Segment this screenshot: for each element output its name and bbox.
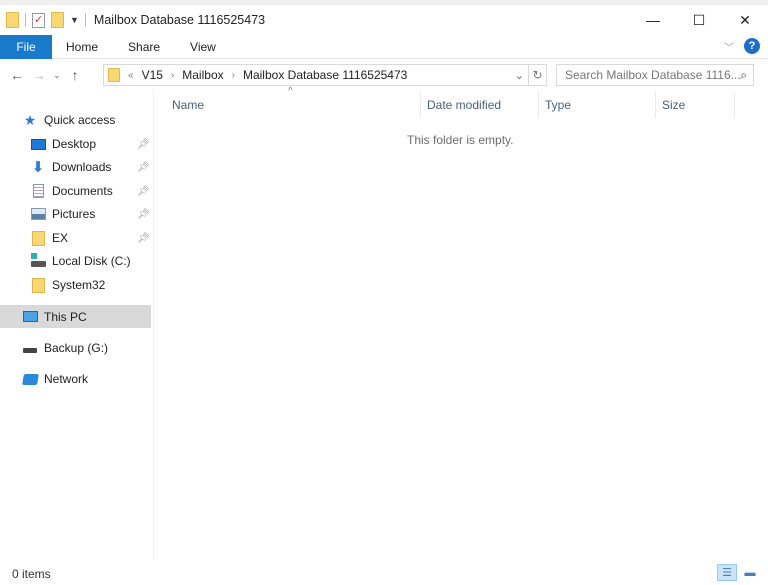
sidebar-item-label: Quick access — [44, 113, 116, 127]
sidebar-item-label: EX — [52, 231, 69, 245]
status-item-count: 0 items — [12, 567, 51, 581]
folder-icon — [30, 230, 46, 246]
close-button[interactable]: ✕ — [722, 5, 768, 35]
downloads-icon: ⬇ — [31, 159, 45, 176]
column-header-name[interactable]: Name — [172, 92, 204, 118]
details-view-button[interactable]: ☰ — [717, 564, 737, 581]
pin-icon[interactable]: 📌︎ — [137, 186, 150, 197]
toolbar-separator — [25, 13, 26, 27]
sidebar-item-documents[interactable]: Documents 📌︎ — [0, 180, 151, 202]
new-folder-icon[interactable] — [51, 12, 64, 28]
refresh-button[interactable]: ↻ — [529, 64, 547, 86]
sidebar-item-label: System32 — [52, 278, 106, 292]
breadcrumb-separator[interactable]: › — [171, 70, 174, 81]
window-title: Mailbox Database 1116525473 — [93, 13, 266, 27]
address-bar[interactable]: « V15 › Mailbox › Mailbox Database 11165… — [103, 64, 529, 86]
star-icon: ★ — [23, 111, 37, 128]
folder-icon[interactable] — [6, 12, 19, 28]
pictures-icon — [30, 206, 46, 222]
sidebar-item-label: Desktop — [52, 137, 97, 151]
tab-share[interactable]: Share — [113, 40, 175, 54]
properties-icon[interactable] — [32, 12, 45, 28]
sidebar-item-quick-access[interactable]: ★ Quick access — [0, 109, 151, 131]
breadcrumb-separator[interactable]: › — [232, 70, 235, 81]
navigation-bar: ← → ⌄ ↑ « V15 › Mailbox › Mailbox Databa… — [0, 60, 768, 90]
toolbar-separator — [84, 13, 86, 27]
empty-folder-message: This folder is empty. — [407, 133, 514, 147]
column-separator[interactable] — [655, 92, 656, 118]
expand-ribbon-chevron-down-icon[interactable]: ﹀ — [724, 39, 734, 54]
search-input[interactable]: Search Mailbox Database 1116... ⌕ — [556, 64, 754, 86]
drive-icon — [22, 340, 38, 356]
sidebar-item-backup[interactable]: Backup (G:) — [0, 337, 151, 359]
ribbon-tabs: File Home Share View ﹀ ? — [0, 34, 768, 59]
forward-button[interactable]: → — [28, 67, 50, 83]
column-separator[interactable] — [420, 92, 421, 118]
search-placeholder: Search Mailbox Database 1116... — [565, 68, 741, 82]
folder-icon — [108, 68, 120, 82]
sidebar-item-ex[interactable]: EX 📌︎ — [0, 227, 151, 249]
column-header-date-modified[interactable]: Date modified — [427, 92, 501, 118]
title-bar: ▼ Mailbox Database 1116525473 — ☐ ✕ — [0, 5, 768, 35]
sidebar-item-system32[interactable]: System32 — [0, 274, 151, 296]
quick-access-toolbar: ▼ — [0, 12, 86, 28]
address-history-chevron-down-icon[interactable]: ⌄ — [515, 69, 524, 82]
recent-locations-dropdown[interactable]: ⌄ — [50, 70, 64, 81]
window-controls: — ☐ ✕ — [630, 5, 768, 35]
pin-icon[interactable]: 📌︎ — [137, 233, 150, 244]
breadcrumb-item[interactable]: Mailbox Database 1116525473 — [243, 68, 407, 82]
sidebar-item-downloads[interactable]: ⬇ Downloads 📌︎ — [0, 156, 151, 178]
up-button[interactable]: ↑ — [64, 67, 86, 83]
sidebar-item-local-disk[interactable]: Local Disk (C:) — [0, 250, 151, 272]
back-button[interactable]: ← — [6, 67, 28, 83]
sidebar-item-network[interactable]: Network — [0, 368, 151, 390]
disk-icon — [30, 253, 46, 269]
maximize-button[interactable]: ☐ — [676, 5, 722, 35]
sidebar-item-this-pc[interactable]: This PC — [0, 305, 151, 328]
breadcrumb-overflow[interactable]: « — [128, 70, 134, 81]
sidebar-item-label: Documents — [52, 184, 113, 198]
breadcrumb-item[interactable]: Mailbox — [182, 68, 223, 82]
pin-icon[interactable]: 📌︎ — [137, 139, 150, 150]
network-icon — [21, 371, 39, 387]
breadcrumb-item[interactable]: V15 — [142, 68, 163, 82]
help-button[interactable]: ? — [744, 38, 760, 54]
pane-divider[interactable] — [153, 90, 154, 560]
large-icons-view-button[interactable]: ▬ — [740, 564, 760, 581]
column-header-type[interactable]: Type — [545, 92, 571, 118]
tab-file[interactable]: File — [0, 34, 52, 59]
sidebar-item-desktop[interactable]: Desktop 📌︎ — [0, 133, 151, 155]
sidebar-item-label: Pictures — [52, 207, 96, 221]
column-separator[interactable] — [734, 92, 735, 118]
sort-ascending-icon: ^ — [288, 86, 293, 97]
tab-home[interactable]: Home — [52, 40, 113, 54]
sidebar-item-label: Downloads — [52, 160, 112, 174]
desktop-icon — [30, 136, 46, 152]
sidebar-item-label: Local Disk (C:) — [52, 254, 131, 268]
column-header-size[interactable]: Size — [662, 92, 685, 118]
sidebar-item-pictures[interactable]: Pictures 📌︎ — [0, 203, 151, 225]
computer-icon — [22, 309, 38, 325]
column-separator[interactable] — [538, 92, 539, 118]
minimize-button[interactable]: — — [630, 5, 676, 35]
search-icon[interactable]: ⌕ — [740, 68, 747, 83]
documents-icon — [30, 183, 46, 199]
pin-icon[interactable]: 📌︎ — [137, 162, 150, 173]
folder-icon — [30, 277, 46, 293]
breadcrumb: « V15 › Mailbox › Mailbox Database 11165… — [128, 68, 407, 82]
sidebar-item-label: This PC — [44, 309, 87, 324]
sidebar-item-label: Network — [44, 372, 89, 386]
pin-icon[interactable]: 📌︎ — [137, 209, 150, 220]
tab-view[interactable]: View — [175, 40, 231, 54]
view-toggle: ☰ ▬ — [717, 564, 760, 581]
sidebar-item-label: Backup (G:) — [44, 341, 109, 355]
customize-toolbar-dropdown[interactable]: ▼ — [70, 15, 79, 25]
